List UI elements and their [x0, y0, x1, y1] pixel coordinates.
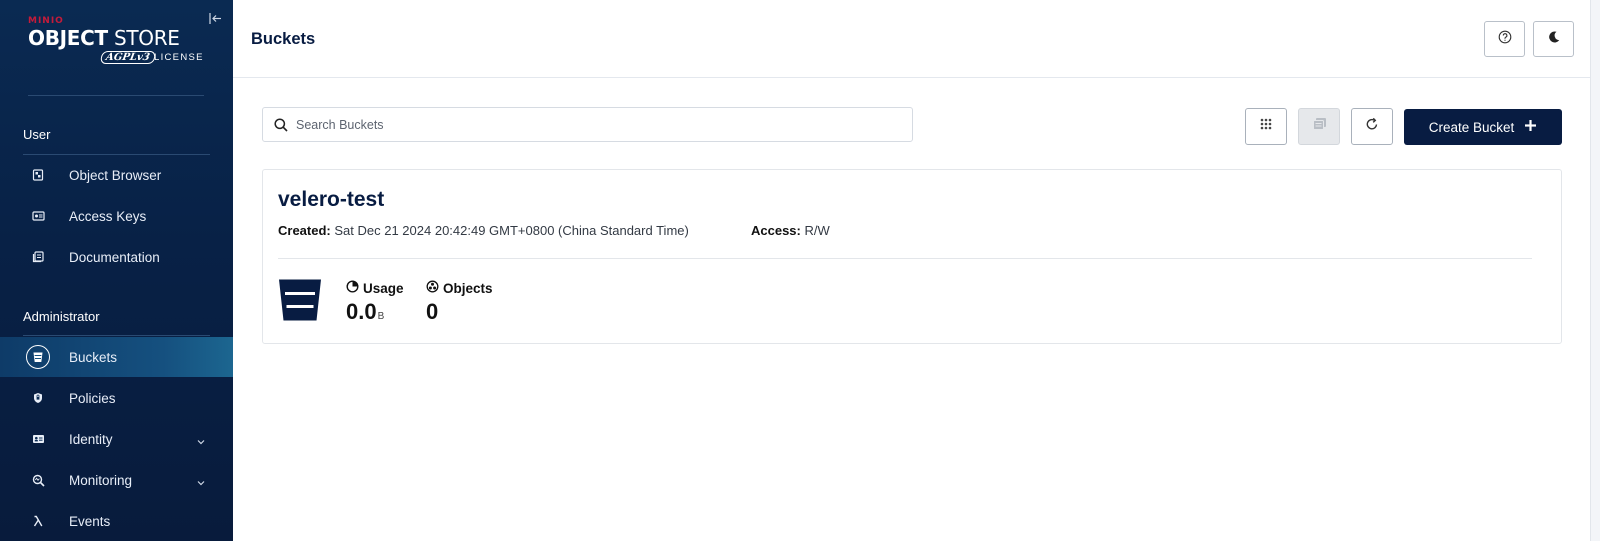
logo-license-row: AGPLv3 LICENSE	[28, 51, 208, 65]
search-icon	[273, 117, 289, 133]
help-icon	[1498, 30, 1512, 49]
create-bucket-label: Create Bucket	[1428, 119, 1515, 135]
logo-license-text: LICENSE	[154, 52, 204, 63]
divider	[28, 95, 204, 96]
sidebar-item-object-browser[interactable]: Object Browser	[0, 155, 233, 195]
refresh-icon	[1365, 117, 1379, 136]
sidebar-item-label: Events	[69, 513, 111, 529]
sidebar-item-access-keys[interactable]: Access Keys	[0, 196, 233, 236]
identity-icon	[26, 427, 50, 451]
objects-label: Objects	[426, 280, 493, 296]
divider	[278, 258, 1532, 259]
bucket-access: Access: R/W	[751, 223, 830, 238]
sidebar-item-policies[interactable]: Policies	[0, 378, 233, 418]
divider	[23, 335, 210, 336]
bucket-icon	[26, 345, 50, 369]
sidebar-item-label: Buckets	[69, 349, 118, 365]
sidebar-item-label: Documentation	[69, 249, 160, 265]
sidebar-item-label: Policies	[69, 390, 116, 406]
sidebar-item-identity[interactable]: Identity	[0, 419, 233, 459]
usage-label: Usage	[346, 280, 404, 296]
sidebar-item-monitoring[interactable]: Monitoring	[0, 460, 233, 500]
sidebar-item-label: Object Browser	[69, 167, 162, 183]
collapse-sidebar-icon[interactable]	[207, 11, 223, 27]
page-scrollbar[interactable]	[1590, 0, 1600, 541]
section-label-user: User	[23, 127, 51, 142]
logo-minio-text: MINIO	[28, 16, 64, 26]
sidebar: MINIO OBJECT STORE AGPLv3 LICENSE User O…	[0, 0, 233, 541]
bucket-created: Created: Sat Dec 21 2024 20:42:49 GMT+08…	[278, 223, 689, 238]
sidebar-item-events[interactable]: Events	[0, 501, 233, 541]
page-title: Buckets	[251, 30, 316, 48]
monitoring-icon	[26, 468, 50, 492]
bucket-icon	[278, 278, 322, 322]
logo-title: OBJECT STORE	[28, 26, 180, 50]
grid-icon	[1259, 117, 1273, 136]
lambda-icon	[26, 509, 50, 533]
object-browser-icon	[26, 163, 50, 187]
chevron-down-icon	[196, 475, 206, 486]
documentation-icon	[26, 245, 50, 269]
sidebar-item-buckets[interactable]: Buckets	[0, 337, 233, 377]
dark-mode-button[interactable]	[1533, 21, 1574, 57]
access-keys-icon	[26, 204, 50, 228]
view-grid-button[interactable]	[1245, 108, 1287, 145]
stacked-list-icon	[1312, 117, 1327, 136]
moon-icon	[1547, 30, 1561, 49]
sidebar-item-documentation[interactable]: Documentation	[0, 237, 233, 277]
page-header: Buckets	[233, 0, 1600, 78]
sidebar-item-label: Access Keys	[69, 208, 147, 224]
agpl-badge: AGPLv3	[99, 51, 156, 64]
refresh-button[interactable]	[1351, 108, 1393, 145]
help-button[interactable]	[1484, 21, 1525, 57]
create-bucket-button[interactable]: Create Bucket	[1404, 109, 1562, 145]
sidebar-item-label: Identity	[69, 431, 113, 447]
app-logo[interactable]: MINIO OBJECT STORE AGPLv3 LICENSE	[28, 16, 208, 65]
sidebar-item-label: Monitoring	[69, 472, 133, 488]
chevron-down-icon	[196, 434, 206, 445]
bucket-card[interactable]: velero-test Created: Sat Dec 21 2024 20:…	[262, 169, 1562, 344]
usage-value: 0.0B	[346, 299, 385, 324]
section-label-administrator: Administrator	[23, 309, 100, 324]
objects-icon	[426, 280, 439, 296]
bucket-name[interactable]: velero-test	[278, 188, 384, 212]
plus-icon	[1524, 119, 1537, 135]
shield-icon	[26, 386, 50, 410]
search-input[interactable]	[296, 116, 896, 134]
manage-buckets-button[interactable]	[1298, 108, 1340, 145]
pie-chart-icon	[346, 280, 359, 296]
objects-value: 0	[426, 299, 439, 324]
search-buckets-box[interactable]	[262, 107, 913, 142]
